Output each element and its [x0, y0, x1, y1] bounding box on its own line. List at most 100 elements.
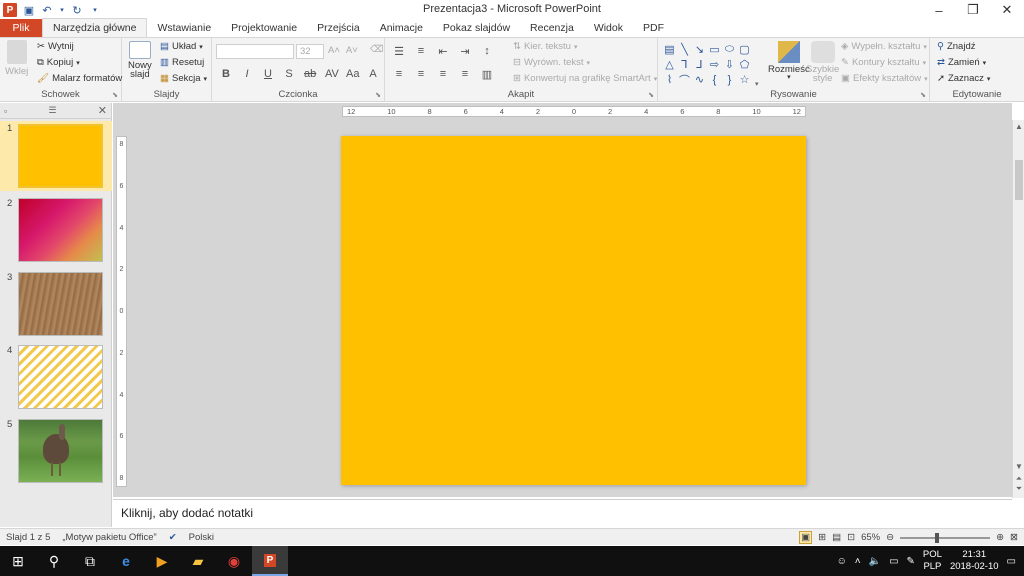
outline-tab-icon[interactable]: ☰ — [48, 105, 56, 116]
file-explorer-icon[interactable]: ▰ — [180, 546, 216, 576]
slides-tab-icon[interactable]: ▫ — [4, 106, 7, 116]
theme-name[interactable]: „Motyw pakietu Office” — [62, 532, 156, 543]
scroll-down-icon[interactable]: ▼ — [1013, 462, 1024, 471]
reading-view-icon[interactable]: ▤ — [832, 532, 841, 543]
slideshow-view-icon[interactable]: ⊡ — [847, 532, 855, 543]
section-button[interactable]: ▦ Sekcja ▾ — [160, 73, 207, 84]
new-slide-button[interactable]: Nowy slajd — [128, 41, 152, 80]
textbox-shape-icon[interactable]: ▤ — [662, 42, 677, 57]
search-icon[interactable]: ⚲ — [36, 546, 72, 576]
show-hidden-icons-icon[interactable]: ˄ — [855, 556, 861, 567]
shadow-icon[interactable]: S — [283, 68, 295, 80]
powerpoint-logo-icon[interactable]: P — [3, 3, 17, 17]
bold-icon[interactable]: B — [220, 68, 232, 80]
arrow-line-shape-icon[interactable]: ↘ — [692, 42, 707, 57]
right-brace-shape-icon[interactable]: } — [722, 72, 737, 87]
notifications-icon[interactable]: ▭ — [1007, 556, 1016, 567]
format-painter-button[interactable]: 🖌 Malarz formatów — [37, 73, 122, 84]
font-color-icon[interactable]: A — [367, 68, 379, 80]
slide-thumbnail[interactable]: 4 — [0, 343, 112, 413]
zoom-slider[interactable] — [900, 532, 991, 543]
font-size-combo[interactable]: 32 — [296, 44, 324, 59]
columns-icon[interactable]: ▥ — [481, 68, 493, 81]
spellcheck-icon[interactable]: ✔ — [169, 532, 177, 543]
tab-design[interactable]: Projektowanie — [221, 19, 307, 37]
tab-view[interactable]: Widok — [584, 19, 633, 37]
line-shape-icon[interactable]: ╲ — [677, 42, 692, 57]
customize-qat-icon[interactable]: ▾ — [89, 4, 101, 16]
shape-outline-button[interactable]: ✎ Kontury kształtu ▾ — [841, 57, 926, 68]
pen-icon[interactable]: ✎ — [907, 556, 915, 567]
curve-shape-icon[interactable]: ⌒ — [677, 72, 692, 87]
reset-button[interactable]: ▥ Resetuj — [160, 57, 204, 68]
shape-fill-button[interactable]: ◈ Wypełn. kształtu ▾ — [841, 41, 927, 52]
clear-formatting-icon[interactable]: ⌫ — [370, 44, 383, 55]
dialog-launcher-icon[interactable]: ⬊ — [112, 91, 118, 99]
dialog-launcher-icon[interactable]: ⬊ — [648, 91, 654, 99]
fit-slide-icon[interactable]: ⊠ — [1010, 532, 1018, 543]
shape-effects-button[interactable]: ▣ Efekty kształtów ▾ — [841, 73, 928, 84]
slide-thumbnail[interactable]: 2 — [0, 196, 112, 266]
tab-home[interactable]: Narzędzia główne — [42, 18, 148, 37]
replace-button[interactable]: ⇄ Zamień ▾ — [937, 57, 986, 68]
zoom-in-icon[interactable]: ⊕ — [996, 532, 1004, 543]
scroll-up-icon[interactable]: ▲ — [1013, 122, 1024, 131]
notes-pane[interactable]: Kliknij, aby dodać notatki — [113, 499, 1012, 527]
decrease-indent-icon[interactable]: ⇤ — [437, 45, 449, 58]
increase-indent-icon[interactable]: ⇥ — [459, 45, 471, 58]
powerpoint-taskbar-icon[interactable]: P — [252, 546, 288, 576]
slide-thumbnail[interactable]: 3 — [0, 270, 112, 340]
arrange-button[interactable]: Rozmieść ▾ — [768, 41, 810, 81]
people-icon[interactable]: ☺ — [837, 556, 847, 567]
select-button[interactable]: ➚ Zaznacz ▾ — [937, 73, 990, 84]
grow-font-icon[interactable]: A˄ — [328, 45, 340, 56]
next-slide-icon[interactable]: ⏷ — [1013, 484, 1024, 494]
numbering-icon[interactable]: ≡ — [415, 45, 427, 58]
save-icon[interactable]: ▣ — [23, 4, 35, 17]
paste-button[interactable]: Wklej — [5, 40, 28, 77]
close-button[interactable]: ✕ — [990, 0, 1024, 20]
zoom-level[interactable]: 65% — [861, 532, 880, 543]
chrome-icon[interactable]: ◉ — [216, 546, 252, 576]
layout-button[interactable]: ▤ Układ ▾ — [160, 41, 203, 52]
minimize-button[interactable]: – — [922, 0, 956, 20]
oval-shape-icon[interactable]: ⬭ — [722, 42, 737, 57]
slide-thumbnail[interactable]: 1 — [0, 121, 112, 191]
font-name-combo[interactable] — [216, 44, 294, 59]
strikethrough-icon[interactable]: ab — [304, 68, 316, 80]
align-center-icon[interactable]: ≡ — [415, 68, 427, 81]
zoom-slider-knob[interactable] — [935, 532, 940, 543]
language-indicator[interactable]: Polski — [189, 532, 214, 543]
shapes-gallery[interactable]: ▤ ╲ ↘ ▭ ⬭ ▢ △ ⅂ ⅃ ⇨ ⇩ ⬠ ⌇ ⌒ ∿ { } ☆ — [662, 42, 754, 88]
star-shape-icon[interactable]: ☆ — [737, 72, 752, 87]
rounded-rect-shape-icon[interactable]: ▢ — [737, 42, 752, 57]
line-spacing-icon[interactable]: ↕ — [481, 45, 493, 58]
volume-icon[interactable]: 🔈 — [869, 556, 881, 567]
zoom-out-icon[interactable]: ⊖ — [886, 532, 894, 543]
shrink-font-icon[interactable]: A˅ — [346, 45, 358, 56]
close-panel-icon[interactable]: ✕ — [98, 104, 107, 117]
quick-styles-button[interactable]: Szybkie style — [806, 41, 839, 84]
italic-icon[interactable]: I — [241, 68, 253, 80]
left-brace-shape-icon[interactable]: { — [707, 72, 722, 87]
tab-transitions[interactable]: Przejścia — [307, 19, 370, 37]
find-button[interactable]: ⚲ Znajdź — [937, 41, 975, 52]
text-direction-button[interactable]: ⇅ Kier. tekstu ▾ — [513, 41, 577, 52]
align-text-button[interactable]: ⊟ Wyrówn. tekst ▾ — [513, 57, 590, 68]
change-case-icon[interactable]: Aa — [346, 68, 359, 80]
tab-review[interactable]: Recenzja — [520, 19, 584, 37]
elbow-connector-icon[interactable]: ⅂ — [677, 57, 692, 72]
freeform-shape-icon[interactable]: ⌇ — [662, 72, 677, 87]
undo-icon[interactable]: ↶ — [41, 4, 53, 17]
tab-pdf[interactable]: PDF — [633, 19, 674, 37]
dialog-launcher-icon[interactable]: ⬊ — [920, 91, 926, 99]
align-left-icon[interactable]: ≡ — [393, 68, 405, 81]
redo-icon[interactable]: ↻ — [71, 4, 83, 17]
cut-button[interactable]: ✂ Wytnij — [37, 41, 74, 52]
input-language[interactable]: POL PLP — [923, 549, 942, 573]
dialog-launcher-icon[interactable]: ⬊ — [375, 91, 381, 99]
task-view-icon[interactable]: ⧉ — [72, 546, 108, 576]
char-spacing-icon[interactable]: AV — [325, 68, 339, 80]
copy-button[interactable]: ⧉ Kopiuj ▾ — [37, 57, 80, 68]
battery-icon[interactable]: ▭ — [889, 556, 898, 567]
